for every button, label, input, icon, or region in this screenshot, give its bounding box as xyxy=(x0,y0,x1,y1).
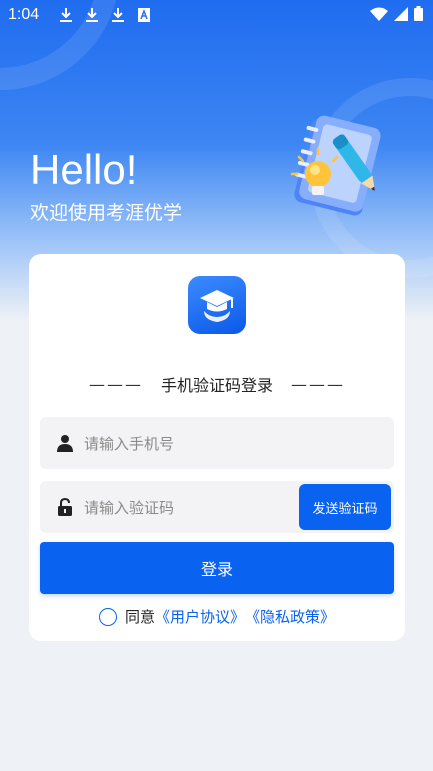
welcome-subtitle: 欢迎使用考涯优学 xyxy=(30,202,183,224)
login-title-row: ——— 手机验证码登录 ——— xyxy=(29,372,405,396)
user-icon xyxy=(54,432,76,454)
a-badge-icon xyxy=(131,5,157,25)
title-dash-right: ——— xyxy=(291,374,345,394)
download-icon xyxy=(79,5,105,25)
login-card: ——— 手机验证码登录 ——— 请输入手机号 请输入验证码 发送验证码 登录 同… xyxy=(29,254,405,641)
status-bar: 1:04 xyxy=(0,0,433,30)
code-placeholder: 请输入验证码 xyxy=(84,498,175,517)
hello-heading: Hello! xyxy=(30,146,138,193)
agree-prefix: 同意 xyxy=(124,608,155,626)
privacy-policy-link[interactable]: 《隐私政策》 xyxy=(245,606,335,627)
login-title: 手机验证码登录 xyxy=(160,376,273,395)
app-logo xyxy=(188,276,246,334)
send-code-button[interactable]: 发送验证码 xyxy=(299,484,391,530)
download-icon xyxy=(53,5,79,25)
download-icon xyxy=(105,5,131,25)
login-button[interactable]: 登录 xyxy=(40,542,394,594)
battery-icon xyxy=(414,6,423,25)
wifi-icon xyxy=(370,7,388,25)
lock-icon xyxy=(54,496,76,518)
user-agreement-link[interactable]: 《用户协议》 xyxy=(155,606,245,627)
agree-radio[interactable] xyxy=(98,607,117,626)
signal-icon xyxy=(394,6,408,25)
title-dash-left: ——— xyxy=(88,374,143,394)
phone-placeholder: 请输入手机号 xyxy=(84,434,175,453)
notebook-lightbulb-illustration xyxy=(282,112,387,222)
phone-field[interactable]: 请输入手机号 xyxy=(40,417,394,469)
status-time: 1:04 xyxy=(8,6,40,23)
code-field[interactable]: 请输入验证码 发送验证码 xyxy=(40,481,394,533)
agreement-row: 同意 《用户协议》 《隐私政策》 xyxy=(29,606,405,627)
